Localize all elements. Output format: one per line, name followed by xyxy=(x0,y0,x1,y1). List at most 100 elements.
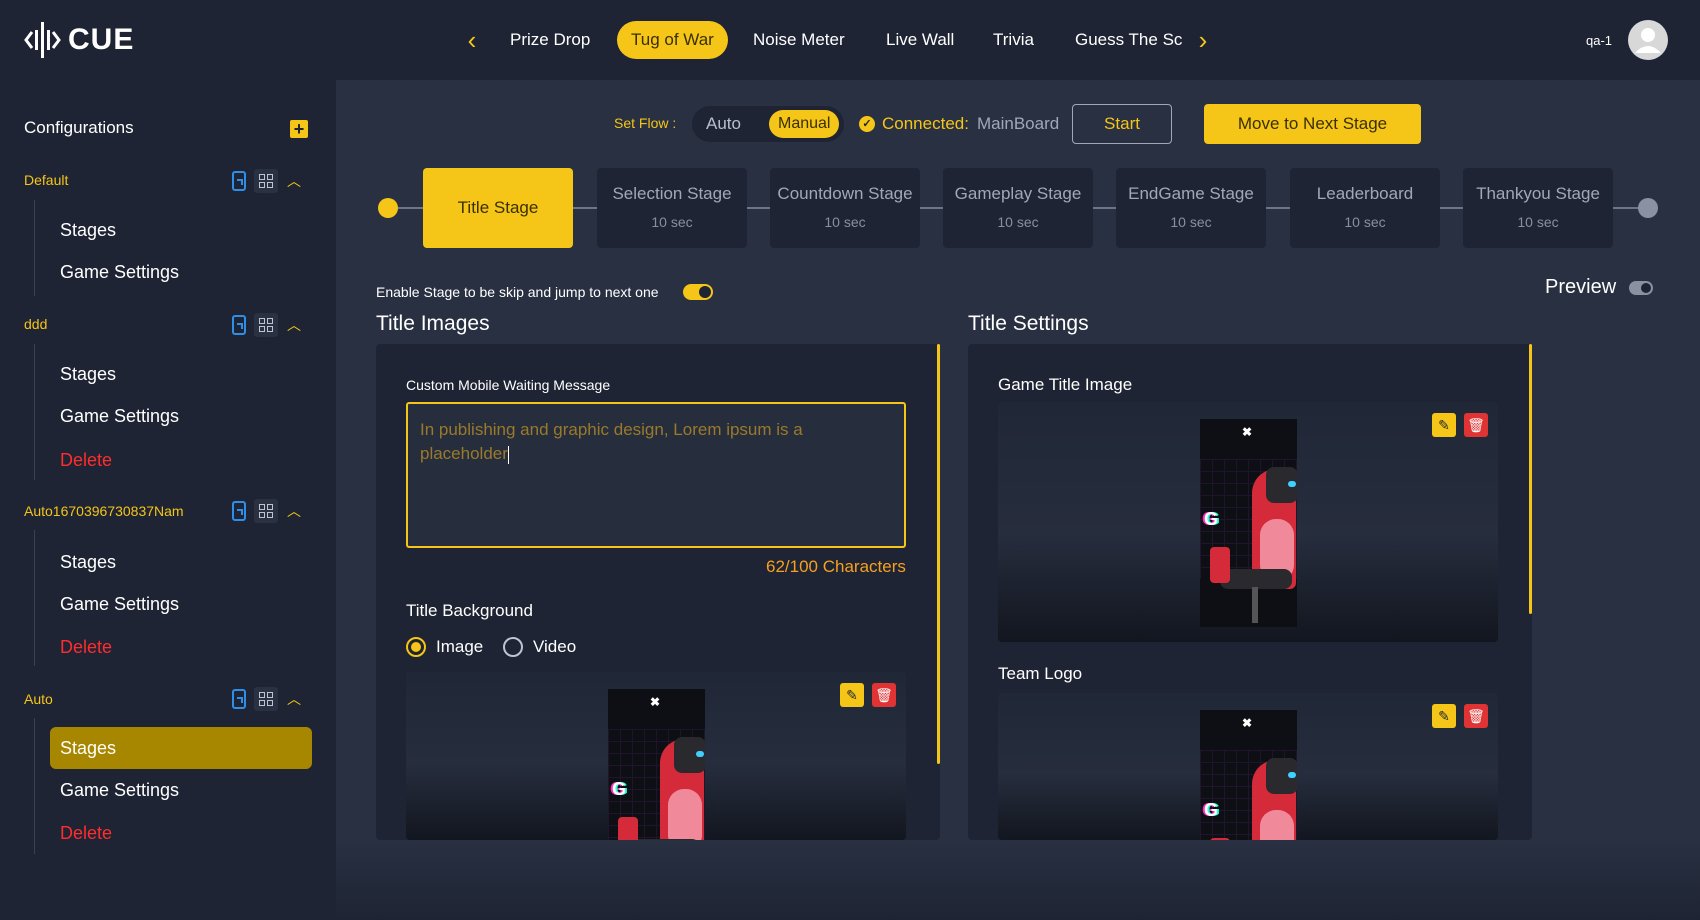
bottom-fade xyxy=(336,840,1700,920)
g-logo-icon: G xyxy=(1204,800,1219,820)
edit-pencil-icon[interactable]: ✎ xyxy=(1432,413,1456,437)
radio-video-label: Video xyxy=(533,637,577,656)
phone-link-icon[interactable] xyxy=(232,501,246,521)
stage-name: Selection Stage xyxy=(612,184,732,203)
radio-image[interactable]: Image xyxy=(406,637,483,657)
gaming-chair-image: ✖ G xyxy=(608,689,705,840)
qr-code-icon[interactable] xyxy=(254,687,278,711)
sidebar-item-stages[interactable]: Stages xyxy=(60,552,116,573)
stage-gameplay[interactable]: Gameplay Stage 10 sec xyxy=(943,168,1093,248)
sidebar-item-stages[interactable]: Stages xyxy=(60,220,116,241)
game-title-image-box: ✖ G xyxy=(998,402,1498,642)
radio-video-icon[interactable] xyxy=(503,637,523,657)
config-group-auto-1670396730837[interactable]: Auto1670396730837Nam xyxy=(24,503,184,519)
tree-line xyxy=(34,200,35,296)
edit-pencil-icon[interactable]: ✎ xyxy=(840,683,864,707)
tree-line xyxy=(34,718,35,854)
title-images-heading: Title Images xyxy=(376,312,490,335)
flow-option-manual[interactable]: Manual xyxy=(769,110,840,138)
chevron-up-icon[interactable]: ︿ xyxy=(286,501,302,521)
chevron-left-icon[interactable]: ‹ xyxy=(460,26,484,54)
qr-code-icon[interactable] xyxy=(254,313,278,337)
group-actions: ︿ xyxy=(232,687,302,711)
cue-logo[interactable]: CUE xyxy=(24,20,134,60)
chevron-right-icon[interactable]: › xyxy=(1191,26,1215,54)
stage-thankyou[interactable]: Thankyou Stage 10 sec xyxy=(1463,168,1613,248)
add-configuration-button[interactable]: + xyxy=(290,120,308,138)
group-actions: ︿ xyxy=(232,499,302,523)
stage-name: Title Stage xyxy=(457,198,539,217)
tab-guess-the-score[interactable]: Guess The Sc xyxy=(1061,21,1191,59)
cue-logo-icon xyxy=(24,22,61,58)
tab-live-wall[interactable]: Live Wall xyxy=(872,21,968,59)
character-count: 62/100 Characters xyxy=(766,557,906,576)
tree-line xyxy=(34,530,35,666)
qr-code-icon[interactable] xyxy=(254,499,278,523)
tree-line xyxy=(34,344,35,480)
config-group-ddd[interactable]: ddd xyxy=(24,316,47,332)
tab-prize-drop[interactable]: Prize Drop xyxy=(496,21,604,59)
stage-countdown[interactable]: Countdown Stage 10 sec xyxy=(770,168,920,248)
custom-message-textarea[interactable]: In publishing and graphic design, Lorem … xyxy=(406,402,906,548)
sidebar-item-delete[interactable]: Delete xyxy=(60,637,112,658)
radio-image-selected-icon[interactable] xyxy=(406,637,426,657)
move-to-next-stage-button[interactable]: Move to Next Stage xyxy=(1204,104,1421,144)
start-button[interactable]: Start xyxy=(1072,104,1172,144)
flow-option-auto[interactable]: Auto xyxy=(706,106,741,142)
radio-video[interactable]: Video xyxy=(503,637,576,657)
delete-trash-icon[interactable]: 🗑 xyxy=(872,683,896,707)
check-circle-icon: ✓ xyxy=(859,116,875,132)
skip-stage-toggle[interactable] xyxy=(683,284,713,300)
team-logo-label: Team Logo xyxy=(998,664,1083,683)
delete-trash-icon[interactable]: 🗑 xyxy=(1464,704,1488,728)
sidebar-title: Configurations xyxy=(24,118,134,137)
sidebar-item-delete[interactable]: Delete xyxy=(60,823,112,844)
title-settings-scrollbar[interactable] xyxy=(1529,344,1532,614)
config-group-auto[interactable]: Auto xyxy=(24,691,53,707)
tab-tug-of-war[interactable]: Tug of War xyxy=(617,21,728,59)
phone-link-icon[interactable] xyxy=(232,171,246,191)
title-images-scrollbar[interactable] xyxy=(937,344,940,764)
qr-code-icon[interactable] xyxy=(254,169,278,193)
edit-pencil-icon[interactable]: ✎ xyxy=(1432,704,1456,728)
close-icon: ✖ xyxy=(1242,716,1253,730)
flow-toggle[interactable]: Auto Manual xyxy=(692,106,844,142)
sidebar-item-game-settings[interactable]: Game Settings xyxy=(60,594,179,615)
sidebar-item-game-settings[interactable]: Game Settings xyxy=(60,780,179,801)
sidebar-item-game-settings[interactable]: Game Settings xyxy=(60,406,179,427)
stage-title[interactable]: Title Stage xyxy=(423,168,573,248)
close-icon: ✖ xyxy=(650,695,661,709)
connected-device: MainBoard xyxy=(977,114,1060,133)
stage-duration: 10 sec xyxy=(651,214,693,230)
preview-toggle[interactable] xyxy=(1629,281,1653,295)
radio-image-label: Image xyxy=(436,637,484,656)
sidebar-item-stages[interactable]: Stages xyxy=(60,364,116,385)
custom-message-value: In publishing and graphic design, Lorem … xyxy=(420,420,803,463)
chevron-up-icon[interactable]: ︿ xyxy=(286,315,302,335)
stage-selection[interactable]: Selection Stage 10 sec xyxy=(597,168,747,248)
phone-link-icon[interactable] xyxy=(232,689,246,709)
gaming-chair-image: ✖ G xyxy=(1200,419,1297,627)
sidebar-item-game-settings[interactable]: Game Settings xyxy=(60,262,179,283)
delete-trash-icon[interactable]: 🗑 xyxy=(1464,413,1488,437)
title-background-label: Title Background xyxy=(406,601,533,620)
user-avatar-icon[interactable] xyxy=(1628,20,1668,60)
sidebar-item-delete[interactable]: Delete xyxy=(60,450,112,471)
phone-link-icon[interactable] xyxy=(232,315,246,335)
tab-trivia[interactable]: Trivia xyxy=(979,21,1048,59)
stage-name: EndGame Stage xyxy=(1128,184,1254,203)
config-group-default[interactable]: Default xyxy=(24,172,68,188)
logo-text: CUE xyxy=(68,23,135,56)
stage-duration: 10 sec xyxy=(1517,214,1559,230)
stage-duration: 10 sec xyxy=(1344,214,1386,230)
stage-endgame[interactable]: EndGame Stage 10 sec xyxy=(1116,168,1266,248)
sidebar: Configurations + Default ︿ Stages Game S… xyxy=(0,80,336,920)
team-logo-image-box: ✖ G xyxy=(998,693,1498,840)
tab-noise-meter[interactable]: Noise Meter xyxy=(739,21,859,59)
connected-label: Connected: xyxy=(882,114,969,133)
chevron-up-icon[interactable]: ︿ xyxy=(286,171,302,191)
chevron-up-icon[interactable]: ︿ xyxy=(286,689,302,709)
stage-leaderboard[interactable]: Leaderboard 10 sec xyxy=(1290,168,1440,248)
sidebar-item-stages-active[interactable]: Stages xyxy=(60,738,116,759)
stage-name: Thankyou Stage xyxy=(1476,184,1600,203)
